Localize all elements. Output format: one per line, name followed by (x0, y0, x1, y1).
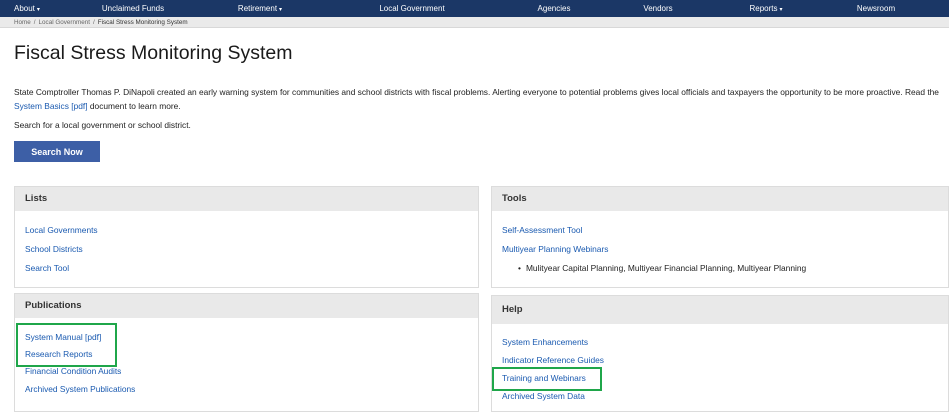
system-manual-link[interactable]: System Manual [pdf] (25, 329, 468, 346)
page-title: Fiscal Stress Monitoring System (14, 42, 293, 64)
school-districts-link[interactable]: School Districts (25, 240, 468, 259)
tools-panel: Tools Self-Assessment Tool Multiyear Pla… (491, 186, 949, 288)
nav-label: Vendors (643, 4, 673, 13)
panel-title: Publications (15, 294, 478, 318)
chevron-down-icon: ▾ (779, 7, 783, 13)
nav-item-local-government[interactable]: Local Government (306, 4, 518, 13)
search-now-button[interactable]: Search Now (14, 141, 100, 162)
breadcrumb-separator: / (93, 19, 95, 26)
panel-body: System Enhancements Indicator Reference … (492, 324, 948, 405)
panel-body: System Manual [pdf] Research Reports Fin… (15, 318, 478, 399)
panel-title: Help (492, 296, 948, 324)
nav-label: Local Government (379, 4, 445, 13)
nav-label: Newsroom (856, 4, 896, 13)
search-prompt: Search for a local government or school … (14, 120, 191, 130)
breadcrumb: Home / Local Government / Fiscal Stress Moni… (0, 17, 949, 28)
nav-item-retirement[interactable]: Retirement ▾ (214, 4, 306, 13)
system-basics-link[interactable]: System Basics [pdf] (14, 101, 88, 111)
nav-item-vendors[interactable]: Vendors (590, 4, 726, 13)
nav-label: Reports (749, 4, 778, 13)
intro-text-end: document to learn more. (87, 100, 181, 111)
breadcrumb-local-government[interactable]: Local Government (39, 19, 90, 26)
research-reports-link[interactable]: Research Reports (25, 346, 468, 363)
indicator-reference-guides-link[interactable]: Indicator Reference Guides (502, 351, 938, 369)
nav-item-newsroom[interactable]: Newsroom (806, 4, 946, 13)
local-governments-link[interactable]: Local Governments (25, 221, 468, 240)
multiyear-planning-webinars-link[interactable]: Multiyear Planning Webinars (502, 240, 938, 259)
financial-condition-audits-link[interactable]: Financial Condition Audits (25, 363, 468, 380)
breadcrumb-current: Fiscal Stress Monitoring System (97, 19, 188, 26)
system-enhancements-link[interactable]: System Enhancements (502, 333, 938, 351)
intro-paragraph: State Comptroller Thomas P. DiNapoli cre… (14, 86, 942, 113)
nav-item-reports[interactable]: Reports ▾ (726, 4, 806, 13)
intro-text: State Comptroller Thomas P. DiNapoli cre… (14, 87, 939, 97)
nav-label: Agencies (537, 4, 571, 13)
training-and-webinars-link[interactable]: Training and Webinars (502, 369, 938, 387)
webinar-topics-text: Mulityear Capital Planning, Multiyear Fi… (525, 263, 807, 273)
chevron-down-icon: ▾ (36, 7, 40, 13)
panel-title: Lists (15, 187, 478, 211)
chevron-down-icon: ▾ (279, 7, 283, 13)
top-nav: About ▾ Unclaimed Funds Retirement ▾ Local… (0, 0, 949, 17)
panel-body: Local Governments School Districts Searc… (15, 211, 478, 278)
nav-label: Unclaimed Funds (101, 4, 165, 13)
archived-system-data-link[interactable]: Archived System Data (502, 387, 938, 405)
archived-system-publications-link[interactable]: Archived System Publications (25, 380, 468, 399)
nav-item-agencies[interactable]: Agencies (518, 4, 590, 13)
panel-title: Tools (492, 187, 948, 211)
search-tool-link[interactable]: Search Tool (25, 259, 468, 278)
nav-item-about[interactable]: About ▾ (0, 4, 52, 13)
bullet-icon: • (518, 263, 521, 273)
self-assessment-tool-link[interactable]: Self-Assessment Tool (502, 221, 938, 240)
lists-panel: Lists Local Governments School Districts… (14, 186, 479, 288)
breadcrumb-separator: / (33, 19, 36, 26)
nav-label: About (14, 4, 35, 13)
list-item: • Mulityear Capital Planning, Multiyear F… (518, 259, 938, 278)
breadcrumb-home[interactable]: Home (14, 19, 31, 26)
nav-item-unclaimed-funds[interactable]: Unclaimed Funds (52, 4, 214, 13)
nav-label: Retirement (237, 4, 278, 13)
help-panel: Help System Enhancements Indicator Refer… (491, 295, 949, 412)
publications-panel: Publications System Manual [pdf] Researc… (14, 293, 479, 412)
panel-body: Self-Assessment Tool Multiyear Planning … (492, 211, 948, 278)
webinar-topics-list: • Mulityear Capital Planning, Multiyear F… (518, 259, 938, 278)
